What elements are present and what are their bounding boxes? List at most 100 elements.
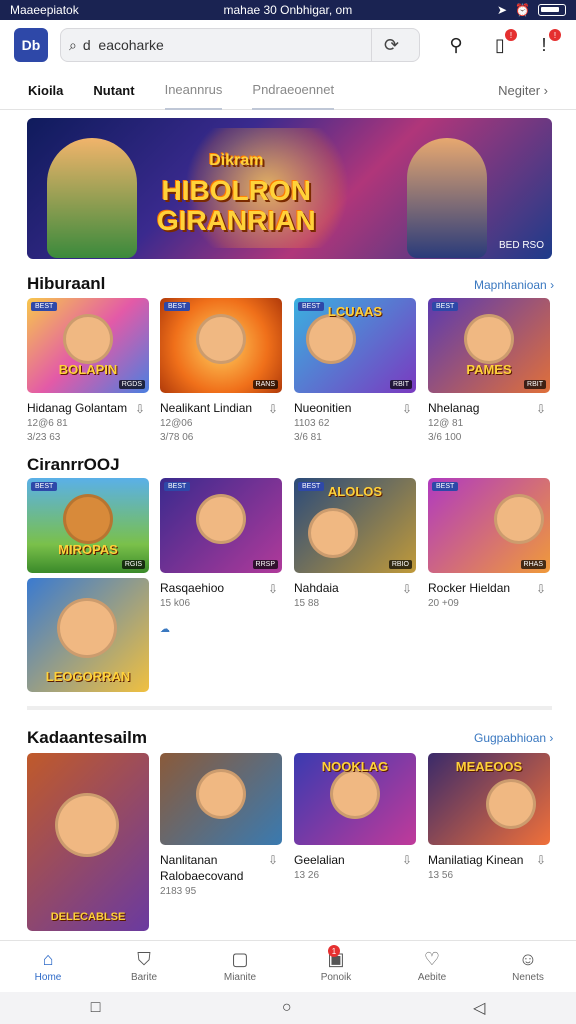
alert-icon[interactable]: !! (532, 29, 561, 57)
thumbnail-corner: RGDS (118, 380, 145, 389)
game-meta: 2183 95 (160, 886, 197, 897)
download-icon[interactable]: ⇩ (268, 853, 278, 867)
game-card[interactable]: Nanlitanan Ralobaecovand 2183 95 ⇩ (160, 753, 282, 897)
tab-bar: Kioila Nutant Ineannrus Pndraeoennet Neg… (0, 72, 576, 110)
game-meta: 12@06 (160, 418, 193, 429)
status-left: Maaeepiatok (10, 3, 79, 17)
game-meta: 13 56 (428, 870, 454, 881)
download-icon[interactable]: ⇩ (268, 402, 278, 416)
game-card[interactable]: DELECABLSE (27, 753, 149, 931)
game-card[interactable]: NOOKLAG Geelalian 13 26 ⇩ (294, 753, 416, 881)
back-icon[interactable]: ◁ (473, 998, 485, 1018)
tab-more[interactable]: Negiter › (498, 83, 548, 98)
notification-icon[interactable]: ▯! (488, 29, 517, 57)
thumbnail-corner: RANS (252, 380, 278, 389)
game-thumbnail[interactable] (160, 753, 282, 845)
nav-aebite[interactable]: ♡ Aebite (384, 941, 480, 990)
section-2-title: CiranrrOOJ (27, 455, 120, 474)
thumbnail-logo: MIROPAS (58, 542, 118, 557)
game-thumbnail[interactable]: BEST RANS (160, 298, 282, 393)
bottom-nav: ⌂ Home ⛉ Barite ▢ Mianite ▣ 1 Ponoik ♡ A… (0, 940, 576, 990)
game-thumbnail[interactable]: BEST RRSP (160, 478, 282, 573)
hero-character-right (407, 138, 487, 258)
alarm-icon: ⏰ (515, 3, 530, 17)
tab-pndraeoennet[interactable]: Pndraeoennet (252, 72, 335, 110)
game-thumbnail[interactable]: BEST RHAS (428, 478, 550, 573)
game-meta: 12@ 81 (428, 418, 464, 429)
game-thumbnail[interactable]: DELECABLSE (27, 753, 149, 931)
game-card[interactable]: BEST RRSP Rasqaehioo 15 k06 ⇩ (160, 478, 282, 609)
search-box[interactable]: ⌕ ⟳ (60, 28, 420, 62)
home-circle-icon[interactable]: ○ (282, 999, 292, 1017)
system-nav-bar: □ ○ ◁ (0, 992, 576, 1024)
game-thumbnail[interactable]: BEST MIROPAS RGIS (27, 478, 149, 573)
search-input[interactable] (82, 37, 365, 53)
download-icon[interactable]: ⇩ (536, 582, 546, 596)
thumbnail-corner: RRSP (252, 560, 278, 569)
download-icon[interactable]: ⇩ (402, 582, 412, 596)
game-card[interactable]: BEST BOLAPIN RGDS Hidanag Golantam 12@6 … (27, 298, 149, 443)
game-name: Rocker Hieldan (428, 581, 511, 595)
game-card[interactable]: BEST RANS Nealikant Lindian 12@06 3/78 0… (160, 298, 282, 443)
search-icon: ⌕ (69, 36, 77, 53)
download-icon[interactable]: ⇩ (402, 853, 412, 867)
game-thumbnail[interactable]: BEST BOLAPIN RGDS (27, 298, 149, 393)
game-thumbnail[interactable]: LEOGORRAN (27, 578, 149, 692)
search-icon[interactable]: ⚲ (444, 33, 468, 57)
game-thumbnail[interactable]: MEAEOOS (428, 753, 550, 845)
thumbnail-corner: RBIT (390, 380, 412, 389)
game-card[interactable]: BEST LCUAAS RBIT Nueonitien 1103 62 3/6 … (294, 298, 416, 443)
download-icon[interactable]: ⇩ (536, 402, 546, 416)
hero-banner[interactable]: Dikram HIBOLRON GIRANRIAN BED RSO (27, 118, 552, 259)
game-card[interactable]: BEST ALOLOS RBIO Nahdaia 15 88 ⇩ (294, 478, 416, 609)
game-name: Rasqaehioo (160, 581, 225, 595)
download-icon[interactable]: ⇩ (268, 582, 278, 596)
game-name: Nhelanag (428, 401, 480, 415)
character-face (63, 494, 113, 544)
nav-home-label: Home (34, 971, 62, 983)
nav-aebite-label: Aebite (417, 971, 447, 983)
game-name: Nealikant Lindian (160, 401, 253, 415)
character-face (196, 494, 246, 544)
recent-apps-icon[interactable]: □ (91, 999, 101, 1017)
game-card[interactable]: BEST MIROPAS RGIS (27, 478, 149, 573)
game-thumbnail[interactable]: BEST LCUAAS RBIT (294, 298, 416, 393)
download-icon[interactable]: ⇩ (135, 402, 145, 416)
game-meta: 12@6 81 (27, 418, 68, 429)
tab-kioila[interactable]: Kioila (28, 72, 63, 110)
nav-nenets-label: Nenets (512, 971, 544, 983)
game-thumbnail[interactable]: BEST PAMES RBIT (428, 298, 550, 393)
tab-nutant[interactable]: Nutant (93, 72, 134, 110)
hero-title: Dikram HIBOLRON GIRANRIAN (157, 146, 316, 236)
game-name: Manilatiag Kinean (428, 853, 524, 867)
game-card[interactable]: BEST RHAS Rocker Hieldan 20 +09 ⇩ (428, 478, 550, 609)
tab-ineannrus[interactable]: Ineannrus (164, 72, 223, 110)
nav-mianite[interactable]: ▢ Mianite (192, 941, 288, 990)
game-card[interactable]: MEAEOOS Manilatiag Kinean 13 56 ⇩ (428, 753, 550, 881)
section-1-link[interactable]: Mapnhanioan › (474, 278, 554, 292)
nav-home[interactable]: ⌂ Home (0, 941, 96, 990)
download-icon[interactable]: ⇩ (402, 402, 412, 416)
hero-title-line2: GIRANRIAN (157, 205, 316, 236)
app-logo[interactable]: Db (14, 28, 48, 62)
download-icon[interactable]: ⇩ (536, 853, 546, 867)
refresh-button[interactable]: ⟳ (371, 29, 411, 61)
character-face (196, 314, 246, 364)
loading-indicator: ☁ (160, 624, 170, 635)
game-card[interactable]: BEST PAMES RBIT Nhelanag 12@ 81 3/6 100 … (428, 298, 550, 443)
user-icon: ☺ (518, 948, 538, 969)
nav-barite[interactable]: ⛉ Barite (96, 941, 192, 990)
section-3-link[interactable]: Gugpabhioan › (474, 731, 553, 745)
thumbnail-tag: BEST (432, 302, 459, 311)
battery-icon (537, 4, 566, 16)
notification-badge: ! (505, 29, 517, 41)
game-thumbnail[interactable]: BEST ALOLOS RBIO (294, 478, 416, 573)
game-name: Nanlitanan (160, 853, 218, 867)
game-card[interactable]: LEOGORRAN (27, 578, 149, 692)
nav-ponoik[interactable]: ▣ 1 Ponoik (288, 941, 384, 990)
thumbnail-corner: RBIO (388, 560, 412, 569)
shield-icon: ⛉ (137, 948, 151, 969)
game-thumbnail[interactable]: NOOKLAG (294, 753, 416, 845)
nav-ponoik-label: Ponoik (320, 971, 352, 983)
nav-nenets[interactable]: ☺ Nenets (480, 941, 576, 990)
